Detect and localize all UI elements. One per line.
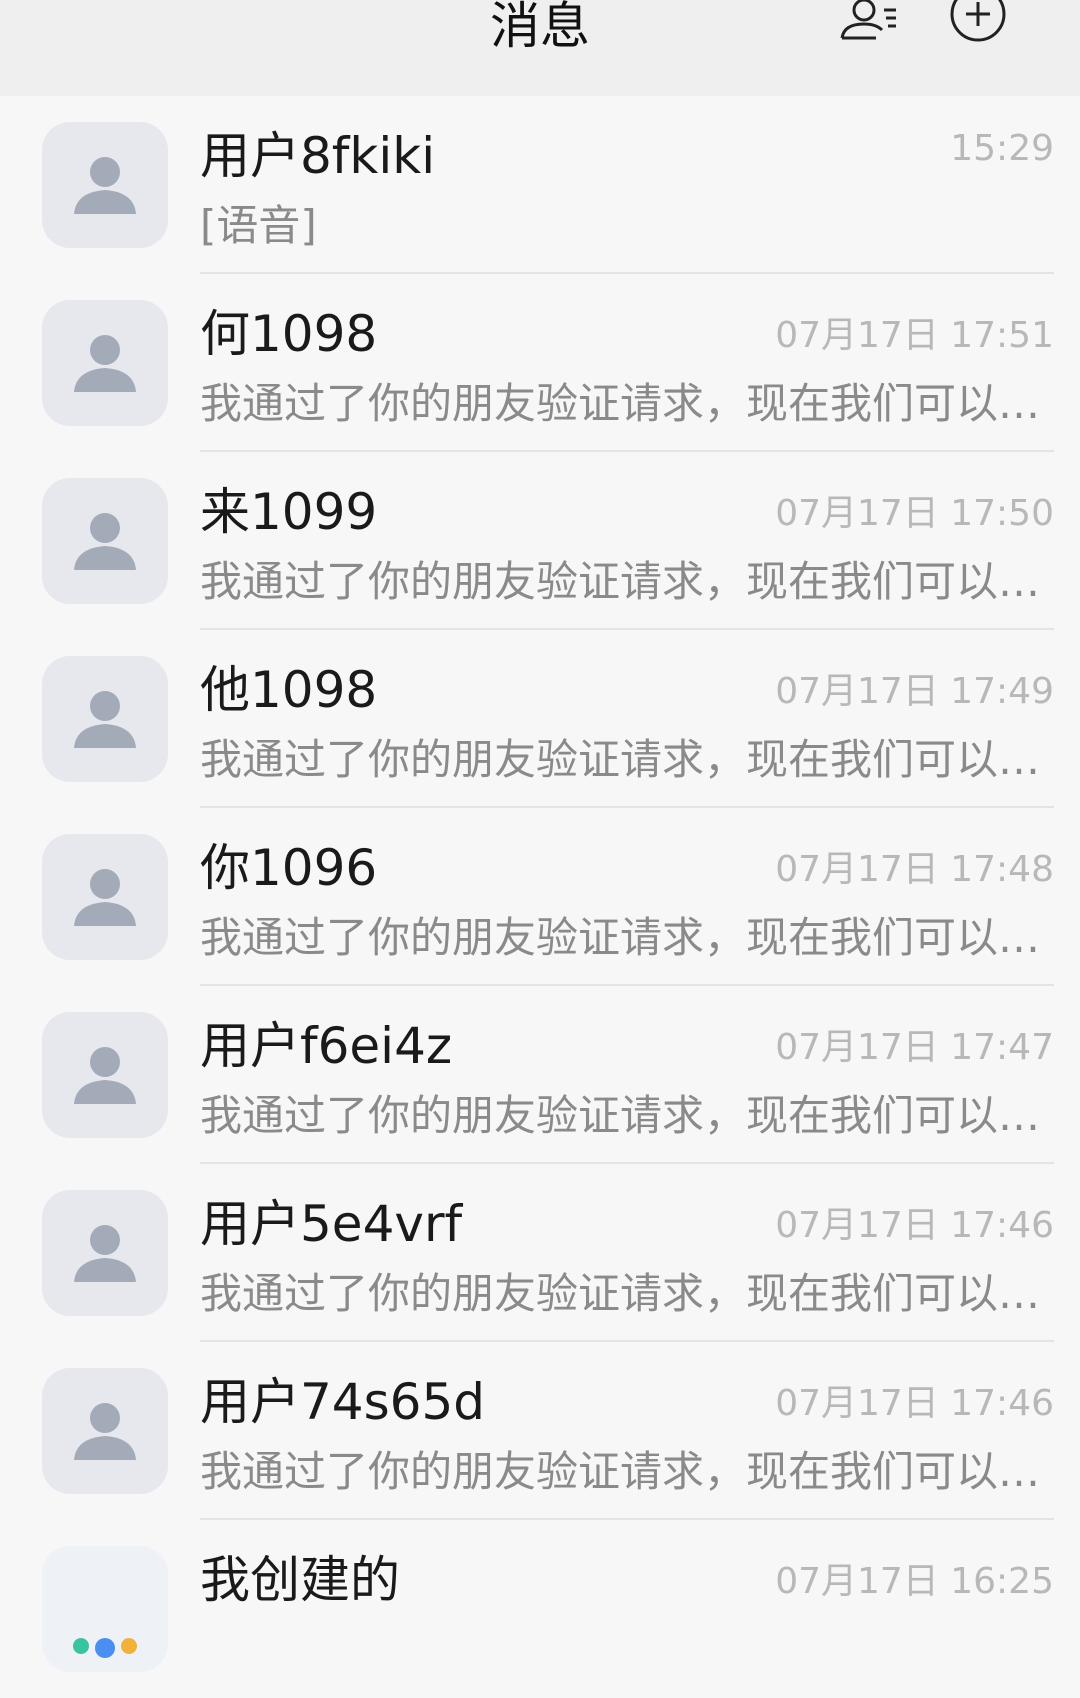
contacts-icon[interactable]	[836, 0, 900, 48]
add-circle-icon[interactable]	[948, 0, 1012, 48]
page-title: 消息	[490, 0, 590, 55]
user-avatar-icon	[74, 1225, 136, 1282]
message-time: 07月17日 17:48	[775, 849, 1054, 890]
conversation-item[interactable]: 用户f6ei4z 07月17日 17:47 我通过了你的朋友验证请求，现在我们可…	[0, 986, 1080, 1164]
user-avatar-icon	[74, 1403, 136, 1460]
user-avatar-icon	[74, 335, 136, 392]
group-avatar	[42, 1546, 168, 1672]
avatar	[42, 1012, 168, 1138]
avatar	[42, 300, 168, 426]
group-avatar-icon	[70, 1638, 140, 1658]
message-preview: [语音]	[200, 201, 317, 250]
contact-name: 来1099	[200, 483, 378, 541]
message-preview: 我通过了你的朋友验证请求，现在我们可以开始聊天了	[200, 913, 1054, 962]
conversation-item[interactable]: 用户8fkiki 15:29 [语音]	[0, 96, 1080, 274]
avatar	[42, 834, 168, 960]
conversation-item[interactable]: 他1098 07月17日 17:49 我通过了你的朋友验证请求，现在我们可以开始…	[0, 630, 1080, 808]
message-time: 07月17日 16:25	[775, 1561, 1054, 1602]
top-bar: 消息	[0, 0, 1080, 96]
message-time: 07月17日 17:46	[775, 1383, 1054, 1424]
contact-name: 何1098	[200, 305, 378, 363]
avatar	[42, 1368, 168, 1494]
message-time: 07月17日 17:49	[775, 671, 1054, 712]
message-preview: 我通过了你的朋友验证请求，现在我们可以开始聊天了	[200, 1091, 1054, 1140]
user-avatar-icon	[74, 157, 136, 214]
message-time: 07月17日 17:50	[775, 493, 1054, 534]
contact-name: 用户74s65d	[200, 1373, 486, 1431]
avatar	[42, 122, 168, 248]
message-time: 07月17日 17:51	[775, 315, 1054, 356]
conversation-item[interactable]: 来1099 07月17日 17:50 我通过了你的朋友验证请求，现在我们可以开始…	[0, 452, 1080, 630]
avatar	[42, 1190, 168, 1316]
avatar	[42, 478, 168, 604]
conversation-item[interactable]: 何1098 07月17日 17:51 我通过了你的朋友验证请求，现在我们可以开始…	[0, 274, 1080, 452]
conversation-item-my-created[interactable]: 我创建的 07月17日 16:25	[0, 1520, 1080, 1698]
contact-name: 用户5e4vrf	[200, 1195, 463, 1253]
conversation-list: 用户8fkiki 15:29 [语音] 何1098 07月17日 17:51 我…	[0, 96, 1080, 1698]
conversation-item[interactable]: 用户74s65d 07月17日 17:46 我通过了你的朋友验证请求，现在我们可…	[0, 1342, 1080, 1520]
message-time: 07月17日 17:46	[775, 1205, 1054, 1246]
contact-name: 用户8fkiki	[200, 127, 436, 185]
contact-name: 你1096	[200, 839, 378, 897]
user-avatar-icon	[74, 1047, 136, 1104]
conversation-item[interactable]: 用户5e4vrf 07月17日 17:46 我通过了你的朋友验证请求，现在我们可…	[0, 1164, 1080, 1342]
contact-name: 用户f6ei4z	[200, 1017, 453, 1075]
message-preview: 我通过了你的朋友验证请求，现在我们可以开始聊天了	[200, 735, 1054, 784]
user-avatar-icon	[74, 869, 136, 926]
avatar	[42, 656, 168, 782]
user-avatar-icon	[74, 513, 136, 570]
message-preview: 我通过了你的朋友验证请求，现在我们可以开始聊天了	[200, 379, 1054, 428]
contact-name: 他1098	[200, 661, 378, 719]
message-preview: 我通过了你的朋友验证请求，现在我们可以开始聊天了	[200, 1447, 1054, 1496]
message-time: 07月17日 17:47	[775, 1027, 1054, 1068]
user-avatar-icon	[74, 691, 136, 748]
contact-name: 我创建的	[200, 1551, 400, 1609]
message-preview: 我通过了你的朋友验证请求，现在我们可以开始聊天了	[200, 1269, 1054, 1318]
message-preview: 我通过了你的朋友验证请求，现在我们可以开始聊天了	[200, 557, 1054, 606]
conversation-item[interactable]: 你1096 07月17日 17:48 我通过了你的朋友验证请求，现在我们可以开始…	[0, 808, 1080, 986]
message-time: 15:29	[950, 128, 1054, 169]
